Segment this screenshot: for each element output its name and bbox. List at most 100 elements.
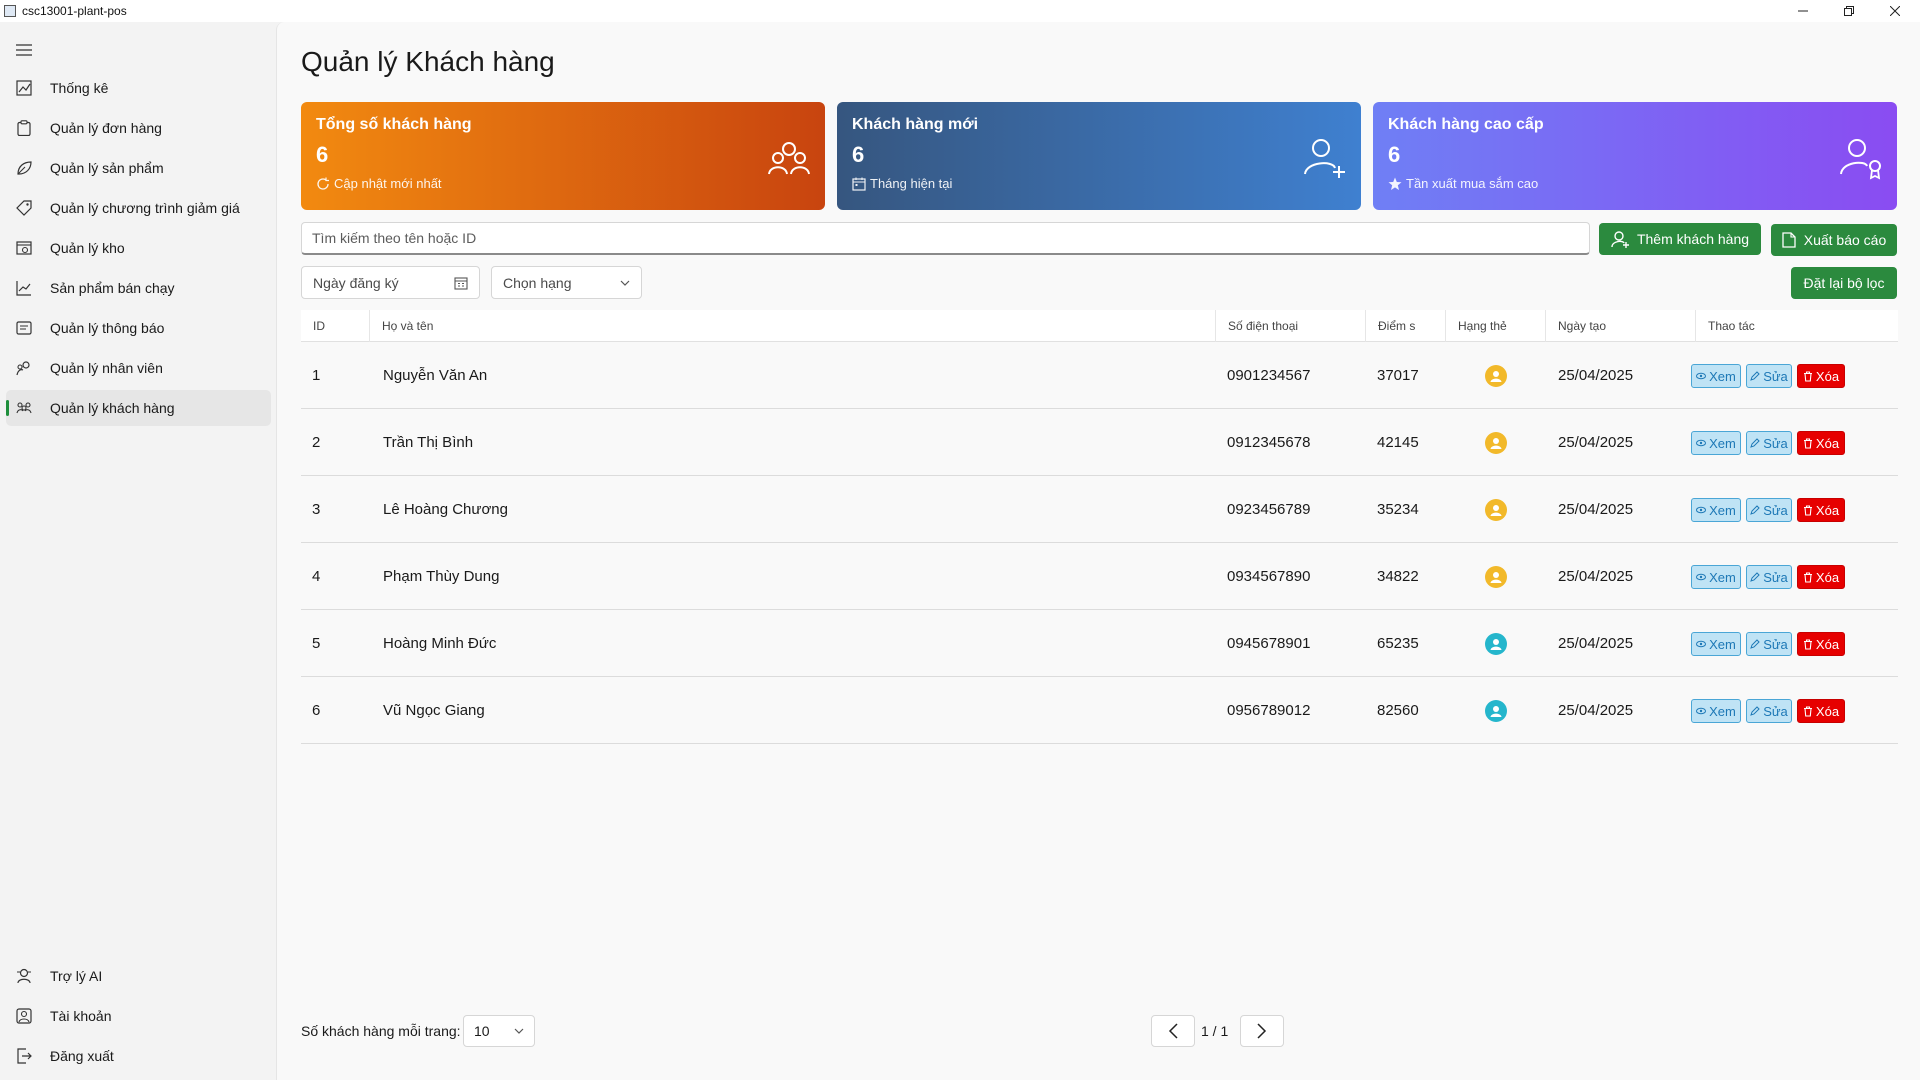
minimize-button[interactable] — [1780, 0, 1826, 22]
sidebar-item-dang-xuat[interactable]: Đăng xuất — [6, 1038, 271, 1074]
view-button[interactable]: Xem — [1691, 632, 1741, 656]
sidebar-item-tai-khoan[interactable]: Tài khoản — [6, 998, 271, 1034]
header-phone[interactable]: Số điện thoại — [1215, 310, 1365, 342]
view-button[interactable]: Xem — [1691, 565, 1741, 589]
card-subtitle: Tháng hiện tại — [852, 176, 1346, 191]
chevron-down-icon — [514, 1028, 524, 1034]
view-button[interactable]: Xem — [1691, 699, 1741, 723]
sidebar-item-thong-bao[interactable]: Quản lý thông báo — [6, 310, 271, 346]
table-row[interactable]: 3 Lê Hoàng Chương 0923456789 35234 25/04/202… — [301, 476, 1898, 543]
view-button[interactable]: Xem — [1691, 431, 1741, 455]
sidebar-item-tro-ly-ai[interactable]: Trợ lý AI — [6, 958, 271, 994]
table-row[interactable]: 4 Phạm Thùy Dung 0934567890 34822 25/04/2025… — [301, 543, 1898, 610]
sidebar-item-label: Quản lý nhân viên — [50, 360, 163, 376]
table-row[interactable]: 6 Vũ Ngọc Giang 0956789012 82560 25/04/2025 X… — [301, 677, 1898, 744]
sidebar-item-label: Quản lý kho — [50, 240, 125, 256]
header-points[interactable]: Điểm s — [1365, 310, 1445, 342]
table-row[interactable]: 2 Trần Thị Bình 0912345678 42145 25/04/2025 X… — [301, 409, 1898, 476]
delete-button[interactable]: Xóa — [1797, 431, 1845, 455]
header-id[interactable]: ID — [301, 310, 369, 342]
calendar-icon — [852, 177, 866, 191]
rank-select[interactable]: Chọn hạng — [491, 266, 642, 299]
registration-date-picker[interactable]: Ngày đăng ký — [301, 266, 480, 299]
sidebar-item-don-hang[interactable]: Quản lý đơn hàng — [6, 110, 271, 146]
person-add-icon — [1303, 136, 1347, 180]
cell-rank — [1485, 543, 1507, 610]
delete-label: Xóa — [1815, 703, 1840, 719]
sidebar-item-label: Quản lý thông báo — [50, 320, 165, 336]
header-name[interactable]: Họ và tên — [369, 310, 1215, 342]
restore-button[interactable] — [1826, 0, 1872, 22]
chevron-right-icon — [1257, 1023, 1267, 1039]
table-row[interactable]: 1 Nguyễn Văn An 0901234567 37017 25/04/2025 X… — [301, 342, 1898, 409]
pencil-icon — [1750, 639, 1760, 649]
card-subtitle-text: Tần xuất mua sắm cao — [1406, 176, 1539, 191]
new-customers-card: Khách hàng mới 6 Tháng hiện tại — [837, 102, 1361, 210]
header-rank[interactable]: Hạng thẻ — [1445, 310, 1545, 342]
sidebar-item-label: Đăng xuất — [50, 1048, 114, 1064]
sidebar-item-kho[interactable]: Quản lý kho — [6, 230, 271, 266]
cell-id: 6 — [312, 702, 321, 719]
sidebar-item-nhan-vien[interactable]: Quản lý nhân viên — [6, 350, 271, 386]
cell-rank — [1485, 476, 1507, 543]
edit-button[interactable]: Sửa — [1746, 565, 1792, 589]
cell-id: 2 — [312, 434, 321, 451]
sidebar-item-khach-hang[interactable]: Quản lý khách hàng — [6, 390, 271, 426]
rank-badge-icon — [1485, 699, 1507, 722]
rank-badge-icon — [1485, 565, 1507, 588]
delete-button[interactable]: Xóa — [1797, 565, 1845, 589]
cell-created: 25/04/2025 — [1558, 702, 1634, 719]
edit-button[interactable]: Sửa — [1746, 699, 1792, 723]
card-subtitle: Tần xuất mua sắm cao — [1388, 176, 1882, 191]
delete-button[interactable]: Xóa — [1797, 498, 1845, 522]
reset-filter-button[interactable]: Đặt lại bộ lọc — [1791, 267, 1897, 299]
add-customer-button[interactable]: Thêm khách hàng — [1599, 223, 1761, 255]
view-button[interactable]: Xem — [1691, 364, 1741, 388]
view-button[interactable]: Xem — [1691, 498, 1741, 522]
delete-button[interactable]: Xóa — [1797, 632, 1845, 656]
edit-button[interactable]: Sửa — [1746, 632, 1792, 656]
prev-page-button[interactable] — [1151, 1015, 1195, 1047]
minimize-icon — [1798, 10, 1808, 12]
next-page-button[interactable] — [1240, 1015, 1284, 1047]
app-icon — [4, 5, 16, 17]
cell-created: 25/04/2025 — [1558, 367, 1634, 384]
delete-label: Xóa — [1815, 435, 1840, 451]
cell-points: 35234 — [1377, 501, 1419, 518]
edit-button[interactable]: Sửa — [1746, 364, 1792, 388]
customers-table: ID Họ và tên Số điện thoại Điểm s Hạng t… — [301, 310, 1898, 744]
export-report-label: Xuất báo cáo — [1803, 232, 1887, 248]
clipboard-icon — [15, 119, 33, 137]
per-page-select[interactable]: 10 — [463, 1015, 535, 1047]
delete-label: Xóa — [1815, 368, 1840, 384]
delete-button[interactable]: Xóa — [1797, 699, 1845, 723]
view-label: Xem — [1709, 703, 1736, 719]
delete-button[interactable]: Xóa — [1797, 364, 1845, 388]
leaf-icon — [15, 159, 33, 177]
view-label: Xem — [1709, 569, 1736, 585]
sidebar-item-san-pham[interactable]: Quản lý sản phẩm — [6, 150, 271, 186]
sidebar-item-ban-chay[interactable]: Sản phẩm bán chạy — [6, 270, 271, 306]
eye-icon — [1696, 439, 1707, 447]
sidebar-item-giam-gia[interactable]: Quản lý chương trình giảm giá — [6, 190, 271, 226]
menu-toggle-button[interactable] — [12, 38, 36, 62]
cell-created: 25/04/2025 — [1558, 434, 1634, 451]
search-input[interactable] — [301, 222, 1590, 255]
view-label: Xem — [1709, 636, 1736, 652]
edit-button[interactable]: Sửa — [1746, 431, 1792, 455]
table-row[interactable]: 5 Hoàng Minh Đức 0945678901 65235 25/04/2025… — [301, 610, 1898, 677]
card-title: Tổng số khách hàng — [316, 116, 472, 133]
view-label: Xem — [1709, 368, 1736, 384]
header-created[interactable]: Ngày tạo — [1545, 310, 1695, 342]
export-report-button[interactable]: Xuất báo cáo — [1771, 224, 1897, 256]
trend-icon — [15, 279, 33, 297]
pencil-icon — [1750, 572, 1760, 582]
document-icon — [1782, 232, 1796, 248]
close-button[interactable] — [1872, 0, 1918, 22]
cell-phone: 0956789012 — [1227, 702, 1311, 719]
edit-label: Sửa — [1763, 569, 1788, 585]
sidebar-item-thong-ke[interactable]: Thống kê — [6, 70, 271, 106]
edit-button[interactable]: Sửa — [1746, 498, 1792, 522]
cell-name: Trần Thị Bình — [383, 434, 474, 451]
per-page-value: 10 — [474, 1023, 490, 1039]
